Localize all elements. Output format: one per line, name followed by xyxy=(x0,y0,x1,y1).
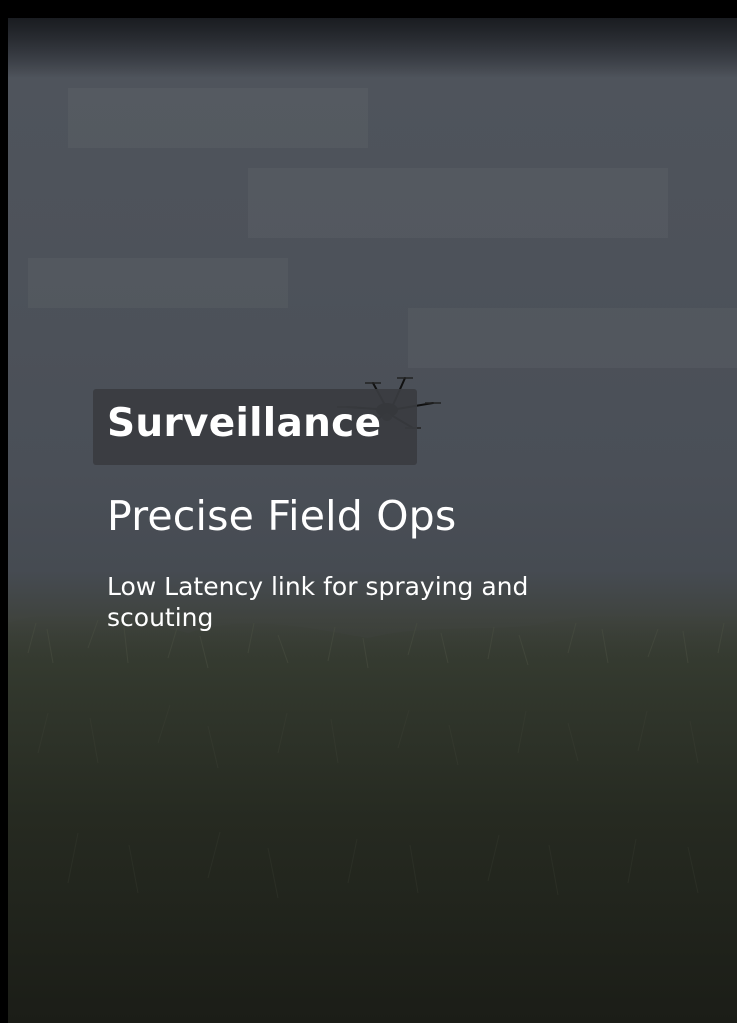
grass-field-image xyxy=(8,593,737,1023)
sky-texture xyxy=(68,88,368,148)
hero-card[interactable]: Surveillance Precise Field Ops Low Laten… xyxy=(8,18,737,1023)
top-shade xyxy=(8,18,737,78)
hero-description: Low Latency link for spraying and scouti… xyxy=(107,572,529,632)
category-label: Surveillance xyxy=(107,401,382,446)
sky-texture xyxy=(28,258,288,308)
sky-texture xyxy=(248,168,668,238)
hero-headline: Precise Field Ops xyxy=(107,492,457,540)
page-frame: Surveillance Precise Field Ops Low Laten… xyxy=(0,0,737,1023)
sky-texture xyxy=(408,308,737,368)
category-badge: Surveillance xyxy=(93,389,417,465)
